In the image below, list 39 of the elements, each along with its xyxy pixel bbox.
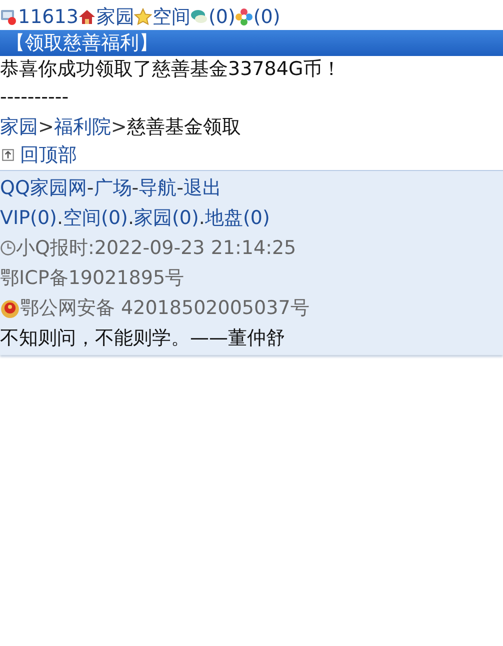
- separator: >: [110, 116, 127, 138]
- breadcrumb-link[interactable]: 福利院: [54, 114, 111, 140]
- count-link[interactable]: 空间(0): [63, 205, 128, 231]
- footer-link[interactable]: 广场: [94, 175, 132, 201]
- title-bar: 【领取慈善福利】: [0, 30, 503, 56]
- back-to-top-link[interactable]: 回顶部: [20, 142, 77, 168]
- breadcrumb-current: 慈善基金领取: [126, 115, 241, 140]
- chat-icon: [190, 8, 208, 26]
- top-link[interactable]: 家园: [96, 4, 134, 30]
- breadcrumb-link[interactable]: 家园: [0, 114, 38, 140]
- separator: .: [198, 207, 205, 229]
- house-icon: [78, 8, 96, 26]
- top-link[interactable]: (0): [208, 6, 236, 28]
- count-link[interactable]: 地盘(0): [204, 205, 270, 231]
- top-link[interactable]: 11613: [18, 6, 78, 28]
- count-link[interactable]: 家园(0): [134, 205, 199, 231]
- up-arrow-icon: [2, 149, 14, 161]
- icp-link[interactable]: 鄂ICP备19021895号: [0, 265, 184, 291]
- separator: -: [86, 177, 94, 199]
- count-link[interactable]: VIP(0): [0, 207, 57, 229]
- separator: .: [56, 207, 64, 229]
- separator: .: [128, 207, 134, 229]
- flower-icon: [235, 8, 254, 26]
- separator: -: [132, 177, 139, 199]
- footer-link[interactable]: QQ家园网: [0, 175, 87, 201]
- top-link[interactable]: 空间: [152, 4, 190, 30]
- footer-link[interactable]: 退出: [184, 175, 222, 201]
- dash-divider: ----------: [0, 86, 69, 108]
- police-record-link[interactable]: 鄂公网安备 42018502005037号: [20, 295, 310, 321]
- footer-link[interactable]: 导航: [138, 175, 177, 201]
- separator: -: [176, 177, 184, 199]
- top-link[interactable]: (0): [253, 6, 280, 28]
- quote-text: 不知则问，不能则学。——董仲舒: [0, 326, 285, 351]
- separator: >: [38, 116, 54, 138]
- clock-icon: [0, 240, 16, 256]
- star-icon: [134, 8, 152, 26]
- clock-text: 小Q报时:2022-09-23 21:14:25: [16, 236, 296, 261]
- success-message: 恭喜你成功领取了慈善基金33784G币！: [0, 57, 342, 82]
- emblem-icon: [0, 298, 20, 318]
